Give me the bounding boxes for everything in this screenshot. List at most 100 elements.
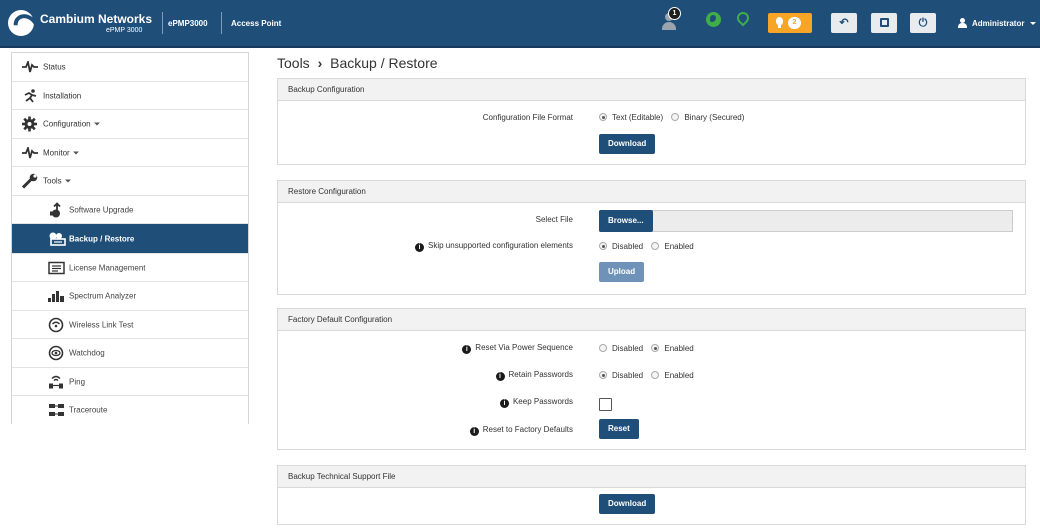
radio-label: Enabled (664, 344, 694, 353)
sidebar-item-label: License Management (69, 263, 146, 272)
radio-label: Binary (Secured) (684, 113, 745, 122)
sidebar-item-ping[interactable]: Ping (12, 368, 248, 396)
sidebar-item-wireless-link-test[interactable]: Wireless Link Test (12, 311, 248, 339)
sidebar-item-software-upgrade[interactable]: Software Upgrade (12, 196, 248, 224)
spectrum-icon (48, 291, 64, 302)
reset-button[interactable]: Reset (599, 419, 639, 439)
factory-default-panel: Factory Default Configuration i Reset Via… (277, 308, 1026, 450)
radio-skip-disabled[interactable] (599, 242, 607, 250)
chevron-down-icon (1030, 22, 1036, 25)
keep-passwords-label: i Keep Passwords (499, 397, 573, 408)
retain-passwords-label: i Retain Passwords (495, 370, 573, 381)
sidebar: Status Installation Configuration Monito… (11, 52, 249, 424)
info-icon[interactable]: i (495, 372, 505, 381)
sidebar-item-installation[interactable]: Installation (12, 82, 248, 110)
cambium-logo[interactable]: Cambium Networks ePMP 3000 (8, 8, 156, 40)
radio-retain-disabled[interactable] (599, 371, 607, 379)
info-icon[interactable]: i (469, 427, 479, 436)
admin-user-icon (958, 18, 968, 28)
sidebar-item-label: Installation (43, 91, 82, 100)
radio-power-seq-disabled[interactable] (599, 344, 607, 352)
config-format-radio-group: Text (Editable) Binary (Secured) (599, 113, 750, 122)
browse-button[interactable]: Browse... (599, 210, 653, 232)
sidebar-item-label: Wireless Link Test (69, 320, 134, 329)
save-button[interactable] (871, 13, 897, 33)
skip-unsupported-radio-group: Disabled Enabled (599, 242, 700, 251)
ping-icon (49, 375, 63, 388)
chevron-down-icon (93, 122, 100, 126)
globe-icon[interactable] (706, 12, 721, 27)
radio-retain-enabled[interactable] (651, 371, 660, 379)
divider (221, 12, 222, 34)
support-file-panel: Backup Technical Support File Download (277, 465, 1026, 525)
restore-configuration-panel: Restore Configuration Select File Browse… (277, 180, 1026, 295)
panel-heading: Factory Default Configuration (278, 309, 1025, 331)
sidebar-item-label: Ping (69, 377, 86, 386)
breadcrumb-separator: › (317, 55, 323, 71)
upgrade-icon (50, 202, 61, 217)
pulse-icon (22, 61, 38, 73)
sidebar-item-status[interactable]: Status (12, 53, 248, 82)
upload-button[interactable]: Upload (599, 262, 645, 282)
panel-heading: Backup Technical Support File (278, 466, 1025, 488)
chevron-down-icon (72, 151, 79, 155)
select-file-label: Select File (535, 215, 573, 224)
panel-heading: Backup Configuration (278, 79, 1025, 101)
radio-skip-enabled[interactable] (651, 242, 660, 250)
divider (162, 12, 163, 34)
license-icon (48, 261, 65, 274)
backup-icon (49, 232, 66, 246)
radio-label: Disabled (612, 371, 644, 380)
sidebar-item-tools[interactable]: Tools (12, 167, 248, 196)
save-icon (871, 13, 897, 33)
radio-text-editable[interactable] (599, 113, 607, 121)
page-title: Tools › Backup / Restore (277, 55, 438, 71)
breadcrumb-current: Backup / Restore (330, 55, 438, 71)
download-support-file-button[interactable]: Download (599, 494, 656, 514)
brand-model: ePMP 3000 (106, 27, 143, 34)
pulse-icon (22, 146, 38, 158)
download-config-button[interactable]: Download (599, 134, 656, 154)
sidebar-item-label: Backup / Restore (69, 234, 135, 243)
wrench-icon (22, 173, 38, 189)
backup-configuration-panel: Backup Configuration Configuration File … (277, 78, 1026, 165)
keep-passwords-checkbox[interactable] (599, 398, 612, 411)
sidebar-item-spectrum-analyzer[interactable]: Spectrum Analyzer (12, 282, 248, 311)
sidebar-item-traceroute[interactable]: Traceroute (12, 396, 248, 424)
breadcrumb-tools: Tools (277, 55, 310, 71)
info-icon[interactable]: i (415, 243, 425, 252)
sidebar-item-label: Watchdog (69, 348, 105, 358)
brand-name: Cambium Networks (40, 12, 153, 26)
config-format-label: Configuration File Format (482, 113, 573, 122)
radio-binary-secured[interactable] (671, 113, 680, 121)
info-icon[interactable]: i (462, 345, 472, 354)
reboot-button[interactable]: ⏻ (910, 13, 936, 33)
user-menu[interactable]: Administrator (972, 19, 1024, 28)
sidebar-item-label: Traceroute (69, 405, 108, 415)
device-mode: Access Point (231, 19, 282, 28)
info-icon[interactable]: i (499, 399, 509, 408)
link-test-icon (48, 317, 64, 332)
sidebar-item-configuration[interactable]: Configuration (12, 110, 248, 139)
gear-icon (22, 116, 37, 132)
chevron-down-icon (64, 179, 71, 183)
radio-power-seq-enabled[interactable] (651, 344, 660, 352)
sidebar-item-license-management[interactable]: License Management (12, 254, 248, 282)
power-icon: ⏻ (918, 17, 928, 29)
sidebar-item-label: Monitor (43, 148, 79, 157)
cambium-logo-icon (8, 10, 34, 36)
eye-icon (48, 345, 64, 361)
power-sequence-radio-group: Disabled Enabled (599, 344, 700, 353)
radio-label: Disabled (612, 344, 644, 353)
sidebar-item-monitor[interactable]: Monitor (12, 139, 248, 167)
undo-icon: ↶ (839, 17, 849, 29)
sidebar-item-label: Tools (43, 177, 71, 186)
alerts-button[interactable]: 2 (768, 13, 812, 33)
undo-button[interactable]: ↶ (831, 13, 857, 33)
file-input[interactable]: Browse... (599, 210, 1013, 232)
location-pin-icon[interactable] (737, 12, 749, 27)
sidebar-item-watchdog[interactable]: Watchdog (12, 339, 248, 368)
device-name: ePMP3000 (168, 19, 208, 28)
retain-passwords-radio-group: Disabled Enabled (599, 371, 700, 380)
sidebar-item-backup-restore[interactable]: Backup / Restore (12, 224, 248, 254)
